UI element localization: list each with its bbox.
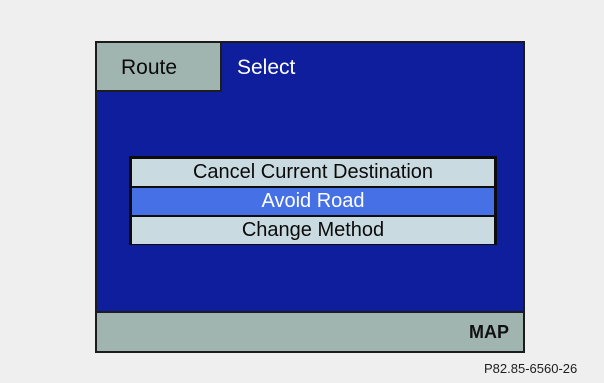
route-tab[interactable]: Route (97, 43, 222, 92)
menu-item-change-method[interactable]: Change Method (132, 217, 494, 244)
navigation-screen: Route Select Cancel Current Destination … (95, 41, 525, 353)
route-options-menu: Cancel Current Destination Avoid Road Ch… (129, 156, 497, 245)
bottom-bar: MAP (97, 311, 523, 351)
map-button[interactable]: MAP (469, 313, 509, 351)
menu-item-cancel-current-destination[interactable]: Cancel Current Destination (132, 159, 494, 186)
menu-item-avoid-road[interactable]: Avoid Road (132, 188, 494, 215)
figure-code: P82.85-6560-26 (484, 361, 578, 376)
page-title: Select (237, 56, 296, 79)
